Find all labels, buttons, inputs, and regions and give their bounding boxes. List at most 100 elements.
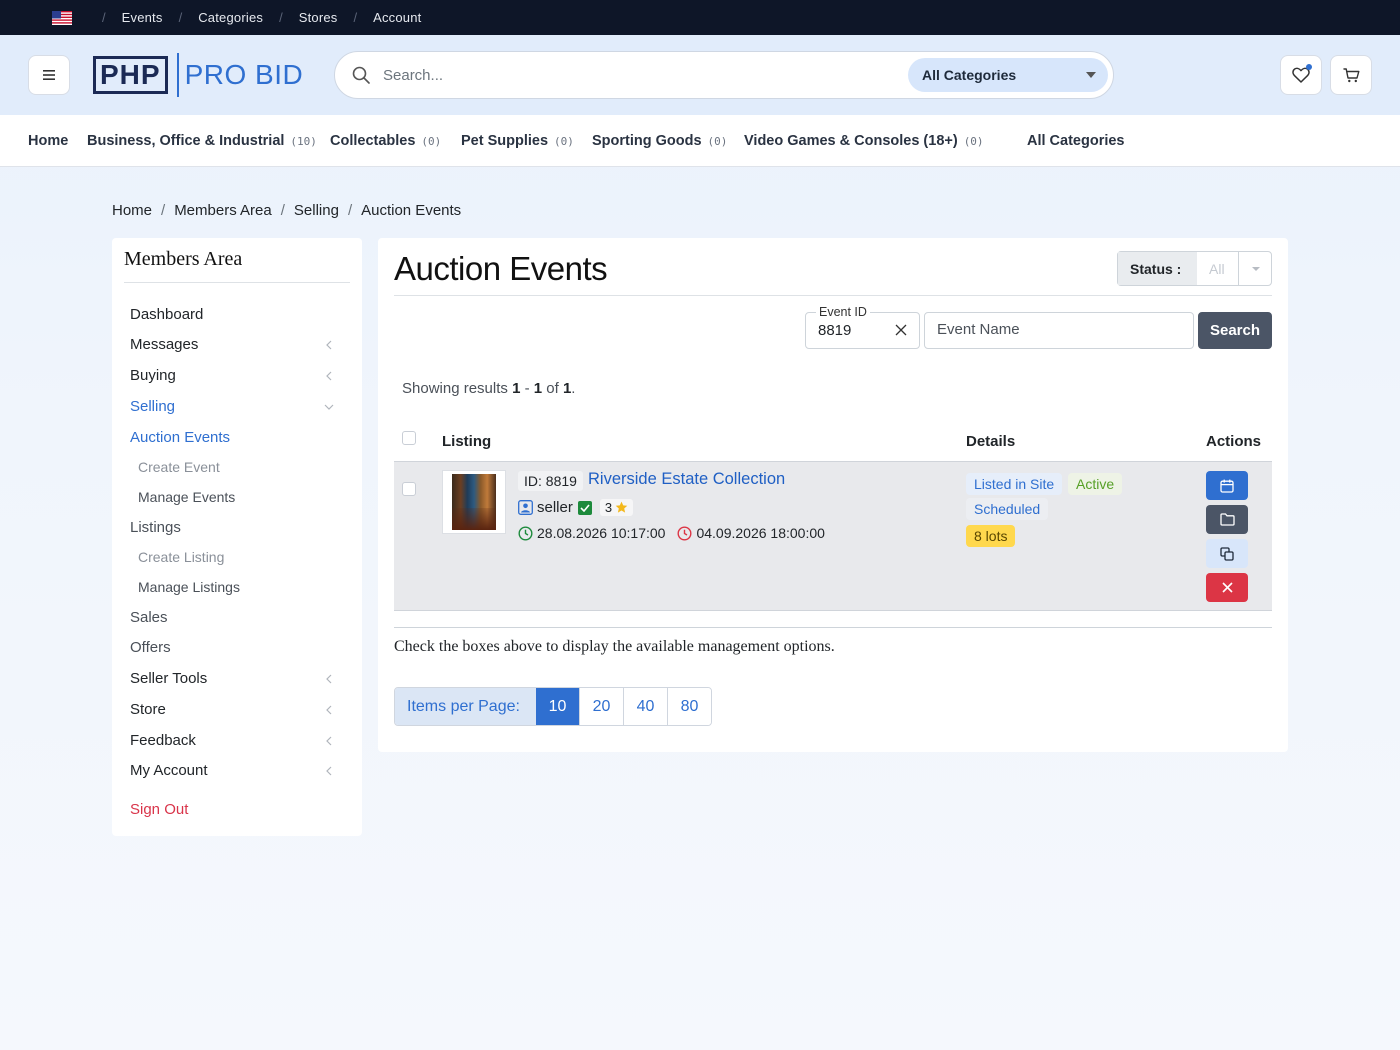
sidebar-item-auction-events[interactable]: Auction Events xyxy=(130,429,342,446)
search-button[interactable]: Search xyxy=(1198,312,1272,349)
members-sidebar: Members Area Dashboard Messages Buying S… xyxy=(112,238,362,836)
event-id-field[interactable]: Event ID 8819 xyxy=(805,305,920,349)
page-size-80[interactable]: 80 xyxy=(667,688,711,725)
event-id-badge: ID: 8819 xyxy=(518,471,583,491)
status-dropdown-caret[interactable] xyxy=(1239,252,1271,285)
search-icon xyxy=(352,66,370,84)
schedule-button[interactable] xyxy=(1206,471,1248,500)
sidebar-item-offers[interactable]: Offers xyxy=(130,639,342,656)
results-prefix: Showing results xyxy=(402,380,508,397)
sidebar-item-label: Selling xyxy=(130,398,176,415)
event-title-link[interactable]: Riverside Estate Collection xyxy=(588,470,785,489)
title-divider xyxy=(394,295,1272,296)
sidebar-item-create-event[interactable]: Create Event xyxy=(138,459,350,475)
category-select[interactable]: All Categories xyxy=(908,58,1108,92)
top-link-stores[interactable]: Stores xyxy=(299,10,338,25)
feedback-score[interactable]: 3 xyxy=(599,499,634,516)
watchlist-button[interactable] xyxy=(1280,55,1322,95)
manage-lots-button[interactable] xyxy=(1206,505,1248,534)
results-of: of xyxy=(546,380,559,397)
logo-probid: PRO BID xyxy=(184,59,304,90)
sidebar-item-label: Create Event xyxy=(138,459,220,475)
catnav-count: (0) xyxy=(707,135,728,148)
sidebar-divider xyxy=(124,282,350,283)
catnav-pet-supplies[interactable]: Pet Supplies (0) xyxy=(461,133,574,149)
row-checkbox[interactable] xyxy=(402,482,416,496)
breadcrumb: Home / Members Area / Selling / Auction … xyxy=(112,202,462,219)
cart-button[interactable] xyxy=(1330,55,1372,95)
select-all-checkbox[interactable] xyxy=(402,431,416,445)
page-size-40[interactable]: 40 xyxy=(623,688,667,725)
event-name-input[interactable] xyxy=(937,321,1177,338)
clear-icon[interactable] xyxy=(895,324,907,336)
sidebar-item-selling[interactable]: Selling xyxy=(130,398,342,415)
menu-button[interactable] xyxy=(28,55,70,95)
feedback-count: 3 xyxy=(604,500,613,515)
column-header-actions: Actions xyxy=(1206,433,1262,450)
catnav-all-categories[interactable]: All Categories xyxy=(1027,133,1125,149)
catnav-count: (0) xyxy=(963,135,984,148)
results-to: 1 xyxy=(533,380,543,397)
catnav-video-games[interactable]: Video Games & Consoles (18+) (0) xyxy=(744,133,984,149)
sidebar-item-seller-tools[interactable]: Seller Tools xyxy=(130,670,342,687)
logo-php: PHP xyxy=(93,56,168,94)
breadcrumb-home[interactable]: Home xyxy=(112,202,152,219)
sidebar-item-messages[interactable]: Messages xyxy=(130,336,342,353)
table-row: ID: 8819 Riverside Estate Collection sel… xyxy=(394,461,1272,611)
page-size-20[interactable]: 20 xyxy=(579,688,623,725)
event-name-field xyxy=(924,312,1194,349)
breadcrumb-selling[interactable]: Selling xyxy=(294,202,339,219)
top-link-events[interactable]: Events xyxy=(122,10,163,25)
sidebar-item-label: My Account xyxy=(130,762,208,779)
results-summary: Showing results 1 - 1 of 1. xyxy=(402,380,575,397)
sidebar-item-listings[interactable]: Listings xyxy=(130,519,342,536)
header: PHP PRO BID All Categories xyxy=(0,35,1400,115)
star-icon xyxy=(615,501,628,513)
hamburger-icon xyxy=(43,70,55,80)
listing-thumbnail[interactable] xyxy=(442,470,506,534)
results-end: . xyxy=(571,380,576,397)
catnav-business[interactable]: Business, Office & Industrial (10) xyxy=(87,133,317,149)
sidebar-item-label: Messages xyxy=(130,336,199,353)
catnav-home[interactable]: Home xyxy=(28,133,68,149)
sidebar-item-manage-events[interactable]: Manage Events xyxy=(138,489,350,505)
calendar-icon xyxy=(1220,479,1234,493)
delete-button[interactable] xyxy=(1206,573,1248,602)
sidebar-item-feedback[interactable]: Feedback xyxy=(130,732,342,749)
logo[interactable]: PHP PRO BID xyxy=(93,52,303,98)
sidebar-item-my-account[interactable]: My Account xyxy=(130,762,342,779)
sidebar-title: Members Area xyxy=(124,248,243,270)
catnav-label: Sporting Goods xyxy=(592,133,702,149)
breadcrumb-members-area[interactable]: Members Area xyxy=(174,202,272,219)
management-hint: Check the boxes above to display the ava… xyxy=(394,638,835,655)
duplicate-button[interactable] xyxy=(1206,539,1248,568)
status-filter[interactable]: Status : All xyxy=(1117,251,1272,286)
search-input[interactable] xyxy=(383,62,903,88)
tag-listed-in-site: Listed in Site xyxy=(966,473,1063,495)
column-header-listing: Listing xyxy=(442,433,492,450)
sidebar-item-buying[interactable]: Buying xyxy=(130,367,342,384)
sidebar-item-store[interactable]: Store xyxy=(130,701,342,718)
sidebar-item-label: Create Listing xyxy=(138,549,225,565)
clock-end-icon xyxy=(677,525,692,541)
sidebar-item-create-listing[interactable]: Create Listing xyxy=(138,549,350,565)
results-dash: - xyxy=(524,380,530,397)
sidebar-item-sales[interactable]: Sales xyxy=(130,609,342,626)
chevron-down-icon xyxy=(324,404,334,410)
sign-out-link[interactable]: Sign Out xyxy=(130,801,342,818)
sidebar-item-label: Sales xyxy=(130,609,168,626)
notification-dot xyxy=(1306,64,1312,70)
page-size-10[interactable]: 10 xyxy=(536,688,579,725)
top-link-account[interactable]: Account xyxy=(373,10,421,25)
sidebar-item-label: Seller Tools xyxy=(130,670,208,687)
logo-divider xyxy=(176,53,179,97)
top-link-categories[interactable]: Categories xyxy=(198,10,263,25)
folder-icon xyxy=(1219,513,1235,526)
catnav-collectables[interactable]: Collectables (0) xyxy=(330,133,441,149)
sidebar-item-dashboard[interactable]: Dashboard xyxy=(130,306,342,323)
sidebar-item-manage-listings[interactable]: Manage Listings xyxy=(138,579,350,595)
seller-username[interactable]: seller xyxy=(537,499,573,516)
chevron-left-icon xyxy=(326,674,332,684)
catnav-sporting-goods[interactable]: Sporting Goods (0) xyxy=(592,133,727,149)
us-flag-icon[interactable] xyxy=(52,10,72,25)
